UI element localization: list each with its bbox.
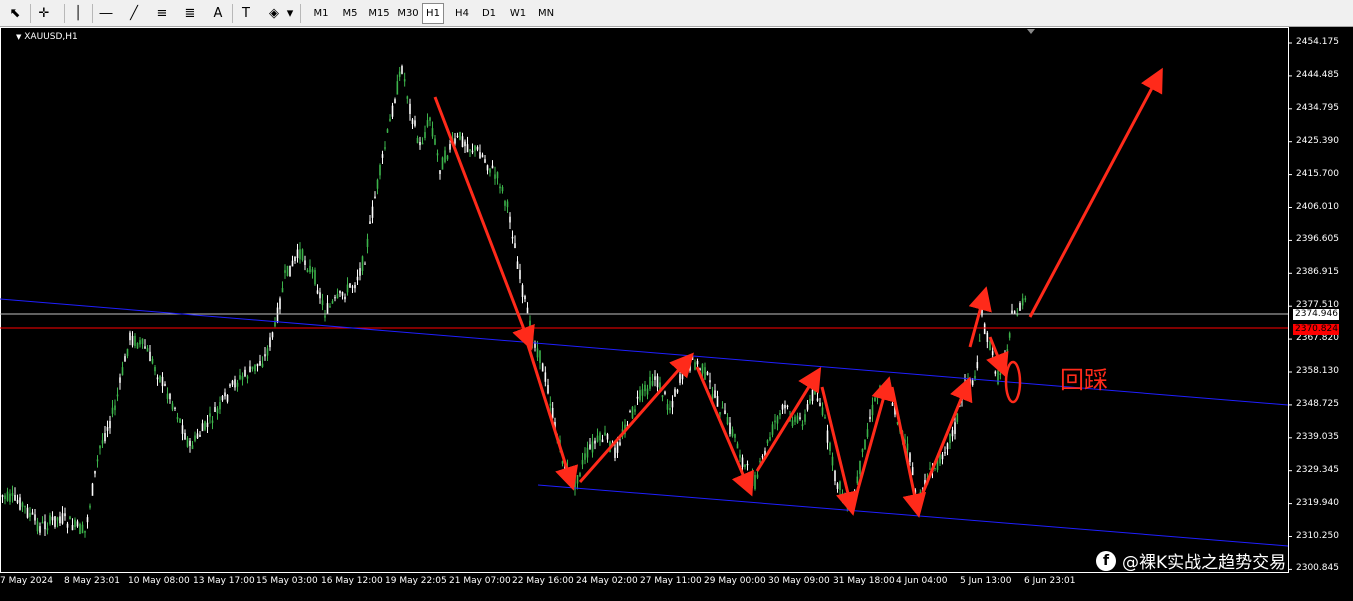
- date-axis-label: 4 Jun 04:00: [896, 576, 948, 586]
- price-axis-label: 2310.250: [1296, 530, 1339, 541]
- collapse-triangle-icon[interactable]: ▼: [16, 33, 21, 41]
- date-axis-label: 27 May 11:00: [640, 576, 702, 586]
- toolbar-separator: [64, 4, 65, 23]
- fibonacci-tool-icon[interactable]: ≣: [181, 3, 199, 24]
- timeframe-m30[interactable]: M30: [394, 3, 422, 24]
- trendline-tool-icon[interactable]: ╱: [125, 3, 143, 24]
- toolbar-separator: [30, 4, 31, 23]
- current-price-badge: 2374.946: [1293, 309, 1339, 320]
- text-tool-icon[interactable]: A: [209, 3, 227, 24]
- symbol-text: XAUUSD,H1: [24, 32, 78, 42]
- date-axis-label: 8 May 23:01: [64, 576, 120, 586]
- timeframe-mn[interactable]: MN: [535, 3, 557, 24]
- timeframe-w1[interactable]: W1: [507, 3, 529, 24]
- price-axis-label: 2358.130: [1296, 366, 1339, 376]
- trend-arrow: [695, 366, 754, 497]
- facebook-icon: f: [1096, 550, 1116, 571]
- price-axis-label: 2396.605: [1296, 234, 1339, 245]
- price-axis-label: 2300.845: [1296, 563, 1339, 574]
- trend-arrow: [526, 344, 579, 491]
- date-axis-label: 22 May 16:00: [512, 576, 574, 586]
- price-axis-label: 2425.390: [1296, 135, 1339, 146]
- date-axis-label: 13 May 17:00: [193, 576, 255, 586]
- date-axis-label: 15 May 03:00: [256, 576, 318, 586]
- vertical-line-tool-icon[interactable]: │: [71, 3, 85, 24]
- toolbar-separator: [300, 4, 301, 23]
- price-axis-label: 2329.345: [1296, 464, 1339, 475]
- text-label-tool-icon[interactable]: T: [237, 3, 255, 24]
- toolbar: ⬉ ✛ │ ― ╱ ≡ ≣ A T ◈ ▾ M1 M5 M15 M30 H1 H4 D1 W1 MN: [0, 0, 1353, 27]
- chart-area[interactable]: ▼ XAUUSD,H1 2454.175 2444.485 2434.795 2425…: [0, 27, 1353, 601]
- trend-arrow: [433, 96, 535, 351]
- date-axis-label: 6 Jun 23:01: [1024, 576, 1076, 586]
- plot-frame: [0, 27, 1289, 573]
- shapes-tool-icon[interactable]: ◈: [265, 3, 283, 24]
- trend-arrow: [578, 352, 694, 483]
- price-chart: [0, 27, 1292, 573]
- trend-arrow: [1028, 67, 1163, 318]
- date-axis-label: 24 May 02:00: [576, 576, 638, 586]
- price-axis-label: 2434.795: [1296, 102, 1339, 113]
- trend-arrow: [890, 386, 927, 518]
- price-axis-label: 2454.175: [1296, 37, 1339, 47]
- date-axis-label: 5 Jun 13:00: [960, 576, 1012, 586]
- timeframe-m15[interactable]: M15: [364, 3, 394, 24]
- cursor-tool-icon[interactable]: ⬉: [6, 3, 24, 24]
- crosshair-tool-icon[interactable]: ✛: [35, 3, 53, 24]
- date-axis-label: 21 May 07:00: [449, 576, 511, 586]
- watermark: f @裸K实战之趋势交易: [1096, 548, 1286, 573]
- price-axis-label: 2386.915: [1296, 267, 1339, 278]
- date-axis-label: 16 May 12:00: [321, 576, 383, 586]
- red-level-badge: 2370.824: [1293, 324, 1339, 335]
- date-axis-label: 19 May 22:05: [385, 576, 447, 586]
- timeframe-m5[interactable]: M5: [337, 3, 363, 24]
- date-axis-label: 10 May 08:00: [128, 576, 190, 586]
- toolbar-separator: [232, 4, 233, 23]
- date-axis-label: 29 May 00:00: [704, 576, 766, 586]
- toolbar-separator: [92, 4, 93, 23]
- timeframe-h4[interactable]: H4: [450, 3, 474, 24]
- price-axis-label: 2406.010: [1296, 201, 1339, 212]
- equidistant-channel-tool-icon[interactable]: ≡: [153, 3, 171, 24]
- dropdown-arrow[interactable]: ▾: [285, 3, 295, 24]
- trend-arrow: [920, 376, 973, 496]
- timeframe-d1[interactable]: D1: [478, 3, 500, 24]
- trend-arrow: [968, 286, 992, 348]
- price-axis-label: 2444.485: [1296, 69, 1339, 80]
- symbol-label: ▼ XAUUSD,H1: [16, 32, 78, 42]
- date-axis-label: 7 May 2024: [0, 576, 53, 586]
- pullback-annotation: 回踩: [1060, 366, 1108, 394]
- trend-arrow: [755, 366, 822, 472]
- trend-arrow: [851, 376, 895, 508]
- price-axis-label: 2348.725: [1296, 398, 1339, 409]
- timeframe-h1[interactable]: H1: [422, 3, 444, 24]
- horizontal-line-tool-icon[interactable]: ―: [97, 3, 115, 24]
- date-axis-label: 31 May 18:00: [833, 576, 895, 586]
- price-axis-label: 2339.035: [1296, 431, 1339, 442]
- timeframe-m1[interactable]: M1: [308, 3, 334, 24]
- price-axis-label: 2319.940: [1296, 497, 1339, 508]
- date-axis-label: 30 May 09:00: [768, 576, 830, 586]
- shift-marker-icon: [1027, 29, 1035, 34]
- price-axis-label: 2415.700: [1296, 168, 1339, 179]
- watermark-text: @裸K实战之趋势交易: [1122, 553, 1287, 573]
